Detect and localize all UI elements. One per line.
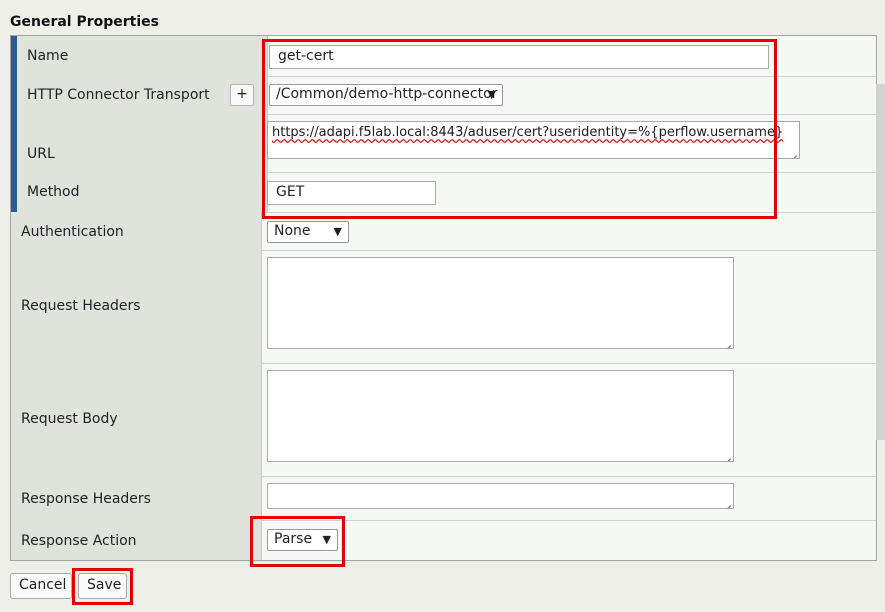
save-button[interactable]: Save <box>78 573 127 599</box>
row-authentication: Authentication None ▼ <box>11 212 876 251</box>
response-action-label: Response Action <box>21 533 137 549</box>
method-input[interactable]: GET <box>267 181 436 205</box>
row-transport: HTTP Connector Transport + /Common/demo-… <box>11 76 876 115</box>
response-headers-textarea[interactable] <box>267 483 734 509</box>
properties-table: Name get-cert HTTP Connector Transport +… <box>10 35 877 561</box>
request-body-textarea[interactable] <box>267 370 734 462</box>
chevron-down-icon: ▼ <box>487 88 496 101</box>
row-request-headers: Request Headers <box>11 250 876 364</box>
row-name: Name get-cert <box>11 36 876 77</box>
row-request-body: Request Body <box>11 363 876 477</box>
add-transport-button[interactable]: + <box>230 84 254 106</box>
row-url: URL https://adapi.f5lab.local:8443/aduse… <box>11 114 876 173</box>
name-label: Name <box>27 48 69 64</box>
required-marker: Method <box>11 172 268 212</box>
resize-grip-icon[interactable] <box>788 147 797 156</box>
authentication-select[interactable]: None ▼ <box>267 221 349 243</box>
url-label: URL <box>27 146 55 162</box>
request-headers-label: Request Headers <box>21 298 141 314</box>
row-method: Method GET <box>11 172 876 213</box>
row-response-headers: Response Headers <box>11 476 876 521</box>
method-label: Method <box>27 184 80 200</box>
row-response-action: Response Action Parse ▼ <box>11 520 876 560</box>
request-body-label: Request Body <box>21 411 118 427</box>
response-headers-label: Response Headers <box>21 491 151 507</box>
vertical-scrollbar[interactable] <box>876 84 885 440</box>
cancel-button[interactable]: Cancel <box>10 573 72 599</box>
resize-grip-icon[interactable] <box>722 497 731 506</box>
authentication-label: Authentication <box>21 224 124 240</box>
transport-selected: /Common/demo-http-connector <box>276 86 498 102</box>
name-input[interactable]: get-cert <box>269 45 769 69</box>
url-textarea[interactable]: https://adapi.f5lab.local:8443/aduser/ce… <box>267 121 800 159</box>
response-action-selected: Parse <box>274 531 313 547</box>
transport-select[interactable]: /Common/demo-http-connector ▼ <box>269 84 503 106</box>
resize-grip-icon[interactable] <box>722 450 731 459</box>
required-marker: URL <box>11 114 268 172</box>
authentication-selected: None <box>274 223 311 239</box>
required-marker: Name <box>11 36 268 76</box>
transport-label: HTTP Connector Transport <box>27 87 210 103</box>
resize-grip-icon[interactable] <box>722 337 731 346</box>
response-action-select[interactable]: Parse ▼ <box>267 529 338 551</box>
chevron-down-icon: ▼ <box>333 225 342 238</box>
request-headers-textarea[interactable] <box>267 257 734 349</box>
chevron-down-icon: ▼ <box>322 533 331 546</box>
url-value: https://adapi.f5lab.local:8443/aduser/ce… <box>272 125 784 140</box>
section-title: General Properties <box>10 14 159 30</box>
